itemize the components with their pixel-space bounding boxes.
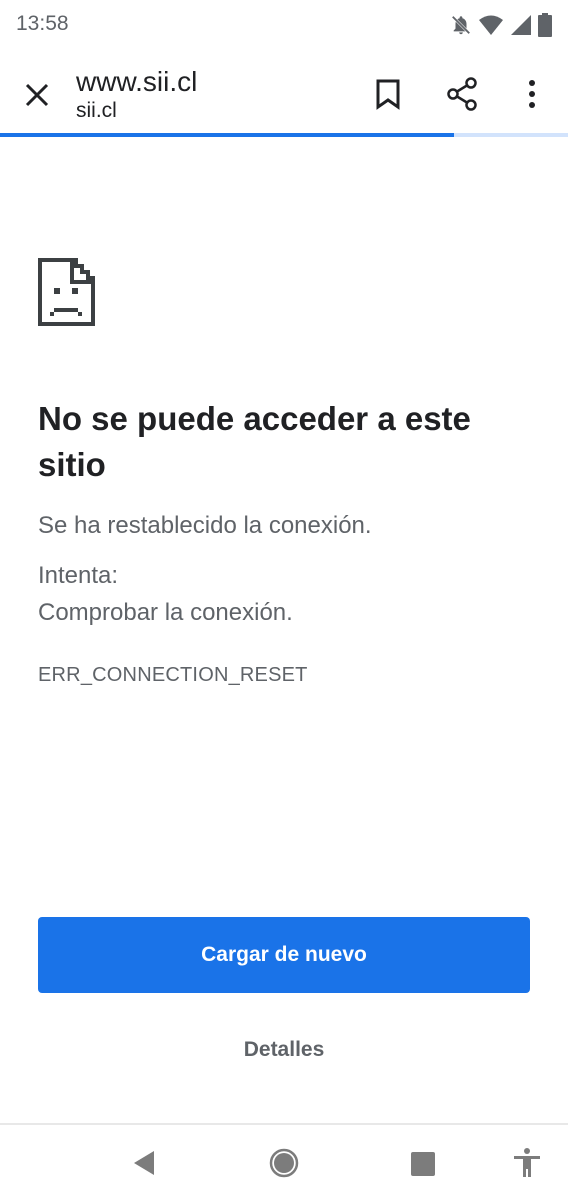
load-progress-bar xyxy=(0,133,568,137)
error-code: ERR_CONNECTION_RESET xyxy=(38,664,308,686)
back-button[interactable] xyxy=(124,1143,164,1183)
close-button[interactable] xyxy=(18,76,58,116)
system-nav-bar xyxy=(0,1125,568,1200)
accessibility-icon xyxy=(514,1148,540,1177)
status-icons xyxy=(450,12,552,38)
recents-icon xyxy=(411,1152,435,1176)
status-bar: 13:58 xyxy=(0,0,568,50)
suggestion-item: Comprobar la conexión. xyxy=(38,599,293,626)
share-icon xyxy=(447,77,477,111)
back-icon xyxy=(134,1151,154,1175)
recents-button[interactable] xyxy=(402,1143,442,1183)
load-progress-fill xyxy=(0,133,455,137)
home-icon xyxy=(269,1148,299,1178)
bookmark-button[interactable] xyxy=(369,74,409,114)
more-options-button[interactable] xyxy=(512,74,552,114)
title-block[interactable]: www.sii.cl sii.cl xyxy=(76,65,197,123)
accessibility-button[interactable] xyxy=(507,1143,547,1183)
battery-icon xyxy=(538,13,552,37)
error-heading: No se puede acceder a este sitio xyxy=(38,400,471,483)
details-button[interactable]: Detalles xyxy=(0,1038,568,1062)
custom-tab-toolbar: www.sii.cl sii.cl xyxy=(0,54,568,134)
share-button[interactable] xyxy=(443,74,483,114)
close-icon xyxy=(25,83,49,107)
sad-page-icon xyxy=(38,258,95,326)
page-url: sii.cl xyxy=(76,99,117,122)
suggestions-label: Intenta: xyxy=(38,562,119,589)
error-description: Se ha restablecido la conexión. xyxy=(38,512,372,539)
page-title: www.sii.cl xyxy=(76,66,198,97)
signal-icon xyxy=(511,15,531,35)
reload-button[interactable]: Cargar de nuevo xyxy=(38,917,530,993)
bell-off-icon xyxy=(451,15,471,35)
wifi-icon xyxy=(479,15,503,35)
bookmark-icon xyxy=(376,79,400,110)
home-button[interactable] xyxy=(264,1143,304,1183)
status-time: 13:58 xyxy=(16,12,69,35)
more-vert-icon xyxy=(529,80,535,108)
